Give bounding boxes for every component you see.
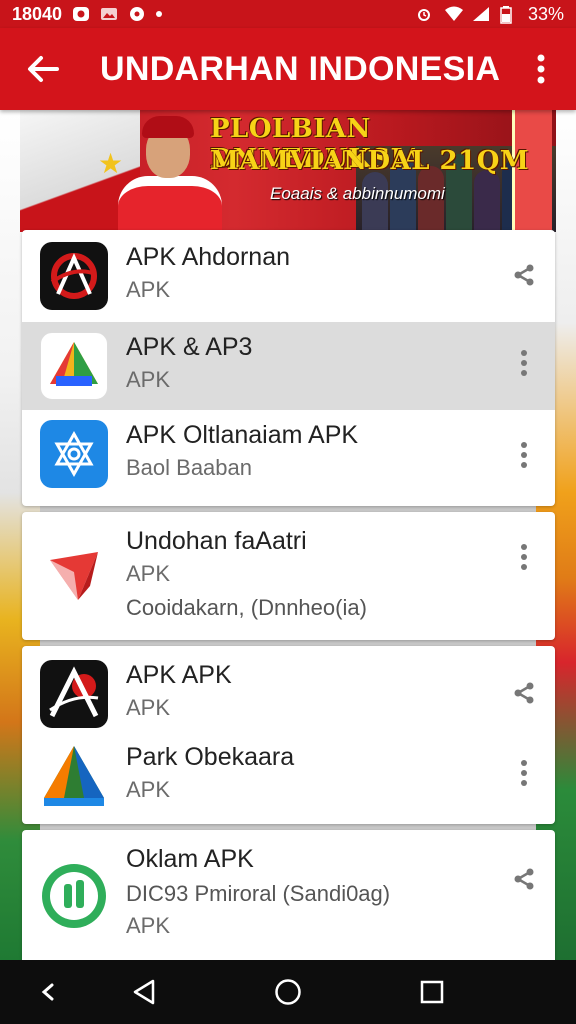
share-button[interactable] (511, 680, 537, 706)
app-icon (40, 242, 108, 310)
app-developer: Cooidakarn, (Dnnheo(ia) (126, 595, 367, 620)
app-type: APK (126, 913, 171, 938)
alarm-icon (416, 6, 434, 22)
app-developer: Baol Baaban (126, 455, 252, 480)
app-bar: UNDARHAN INDONESIA (0, 28, 576, 110)
status-bar: 18040 33% (0, 0, 576, 28)
battery-icon (500, 6, 518, 24)
app-row[interactable]: Park Obekaara APK (22, 732, 555, 824)
wifi-icon (444, 6, 463, 22)
image-icon (100, 6, 118, 22)
page-title: UNDARHAN INDONESIA (100, 49, 501, 88)
more-notifications-icon (156, 11, 163, 17)
app-type: APK (126, 367, 171, 392)
more-options-button[interactable] (511, 544, 537, 570)
app-row[interactable]: APK & AP3 APK (22, 322, 555, 410)
arrow-back-icon (28, 56, 59, 82)
app-name: Oklam APK (126, 845, 254, 873)
app-name: APK Ahdornan (126, 243, 291, 271)
more-vert-icon (521, 544, 527, 570)
app-type: APK (126, 561, 171, 586)
square-recents-icon (420, 980, 444, 1004)
banner-headline-2: MAMVIANDAL 21QM (210, 146, 530, 176)
battery-percent: 33% (527, 3, 564, 24)
app-name: APK & AP3 (126, 333, 253, 361)
circle-home-icon (275, 979, 301, 1005)
more-vert-icon (521, 350, 527, 376)
nav-home-button[interactable] (268, 974, 308, 1010)
signal-icon (472, 6, 490, 22)
navigation-bar (0, 960, 576, 1024)
app-icon (40, 742, 108, 810)
app-list: APK Ahdornan APK APK & AP3 APK APK Oltla… (22, 230, 555, 976)
share-icon (514, 682, 534, 704)
promo-banner[interactable]: ★ PLOLBIAN DNNEDUKSIA MAMVIANDAL 21QM Eo… (20, 110, 556, 232)
overflow-menu-button[interactable] (506, 28, 576, 110)
triangle-back-icon (133, 979, 155, 1005)
app-icon (40, 862, 108, 930)
app-type: APK (126, 277, 171, 302)
status-time: 18040 (12, 3, 63, 24)
app-name: APK Oltlanaiam APK (126, 421, 359, 449)
app-name: Undohan faAatri (126, 527, 307, 555)
more-vert-icon (537, 54, 545, 84)
app-row[interactable]: APK Oltlanaiam APK Baol Baaban (22, 410, 555, 506)
banner-tagline: Eoaais & abbinnumomi (270, 184, 445, 203)
app-icon (40, 332, 108, 400)
app-developer: DIC93 Pmiroral (Sandi0ag) (126, 881, 391, 906)
notification-icon (72, 6, 90, 22)
app-card: APK APK APK Park Obekaara APK (22, 646, 555, 824)
app-type: APK (126, 695, 171, 720)
app-card: Undohan faAatri APK Cooidakarn, (Dnnheo(… (22, 512, 555, 640)
more-options-button[interactable] (511, 442, 537, 468)
back-button[interactable] (0, 28, 86, 110)
app-name: Park Obekaara (126, 743, 295, 771)
app-row[interactable]: APK APK APK (22, 646, 555, 732)
app-card: Oklam APK DIC93 Pmiroral (Sandi0ag) APK (22, 830, 555, 970)
share-button[interactable] (511, 866, 537, 892)
record-icon (128, 6, 146, 22)
app-row[interactable]: APK Ahdornan APK (22, 230, 555, 322)
more-options-button[interactable] (511, 350, 537, 376)
more-vert-icon (521, 442, 527, 468)
app-row[interactable]: Oklam APK DIC93 Pmiroral (Sandi0ag) APK (22, 830, 555, 970)
app-type: APK (126, 777, 171, 802)
app-row[interactable]: Undohan faAatri APK Cooidakarn, (Dnnheo(… (22, 512, 555, 640)
chevron-left-icon (41, 983, 54, 1001)
more-options-button[interactable] (511, 760, 537, 786)
share-button[interactable] (511, 262, 537, 288)
nav-back-button[interactable] (124, 974, 164, 1010)
share-icon (514, 868, 534, 890)
nav-recents-button[interactable] (412, 974, 452, 1010)
app-icon (40, 420, 108, 488)
app-card: APK Ahdornan APK APK & AP3 APK APK Oltla… (22, 230, 555, 506)
nav-hide-button[interactable] (30, 974, 66, 1010)
share-icon (514, 264, 534, 286)
app-icon (40, 660, 108, 728)
app-icon (40, 542, 108, 610)
more-vert-icon (521, 760, 527, 786)
app-name: APK APK (126, 661, 232, 689)
